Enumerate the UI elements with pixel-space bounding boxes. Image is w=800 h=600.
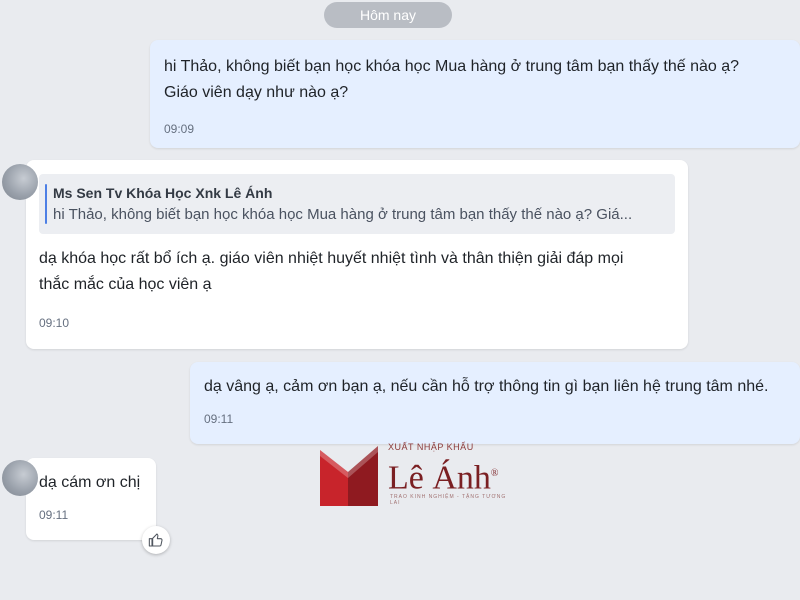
message-incoming[interactable]: dạ cám ơn chị 09:11	[2, 458, 170, 554]
thumbs-up-icon	[148, 533, 163, 547]
message-outgoing[interactable]: dạ vâng ạ, cảm ơn bạn ạ, nếu cần hỗ trợ …	[190, 362, 800, 444]
watermark-logo: XUẤT NHẬP KHẨU Lê Ánh® TRAO KINH NGHIỆM …	[318, 440, 518, 506]
le-anh-logo-icon	[320, 446, 378, 506]
watermark-name-text: Lê Ánh	[388, 459, 491, 497]
message-time: 09:10	[39, 316, 70, 330]
contact-avatar[interactable]	[2, 164, 38, 200]
registered-mark: ®	[490, 468, 499, 479]
message-incoming[interactable]: Ms Sen Tv Khóa Học Xnk Lê Ánh hi Thảo, k…	[2, 160, 688, 349]
message-time: 09:09	[164, 122, 195, 136]
date-separator: Hôm nay	[324, 2, 452, 28]
message-text: hi Thảo, không biết bạn học khóa học Mua…	[164, 58, 740, 101]
like-button[interactable]	[142, 526, 170, 554]
message-outgoing[interactable]: hi Thảo, không biết bạn học khóa học Mua…	[150, 40, 800, 148]
reply-quote[interactable]: Ms Sen Tv Khóa Học Xnk Lê Ánh hi Thảo, k…	[39, 174, 675, 234]
contact-avatar[interactable]	[2, 460, 38, 496]
message-text: dạ vâng ạ, cảm ơn bạn ạ, nếu cần hỗ trợ …	[204, 378, 769, 395]
message-text: dạ khóa học rất bổ ích ạ. giáo viên nhiệ…	[39, 250, 624, 293]
watermark-tagline: TRAO KINH NGHIỆM - TẶNG TƯƠNG LAI	[390, 494, 507, 506]
quote-author: Ms Sen Tv Khóa Học Xnk Lê Ánh	[53, 185, 273, 201]
message-time: 09:11	[204, 412, 234, 426]
watermark-name: Lê Ánh®	[388, 454, 499, 498]
message-text: dạ cám ơn chị	[39, 474, 141, 491]
message-time: 09:11	[39, 508, 69, 522]
quote-text: hi Thảo, không biết bạn học khóa học Mua…	[53, 206, 633, 223]
